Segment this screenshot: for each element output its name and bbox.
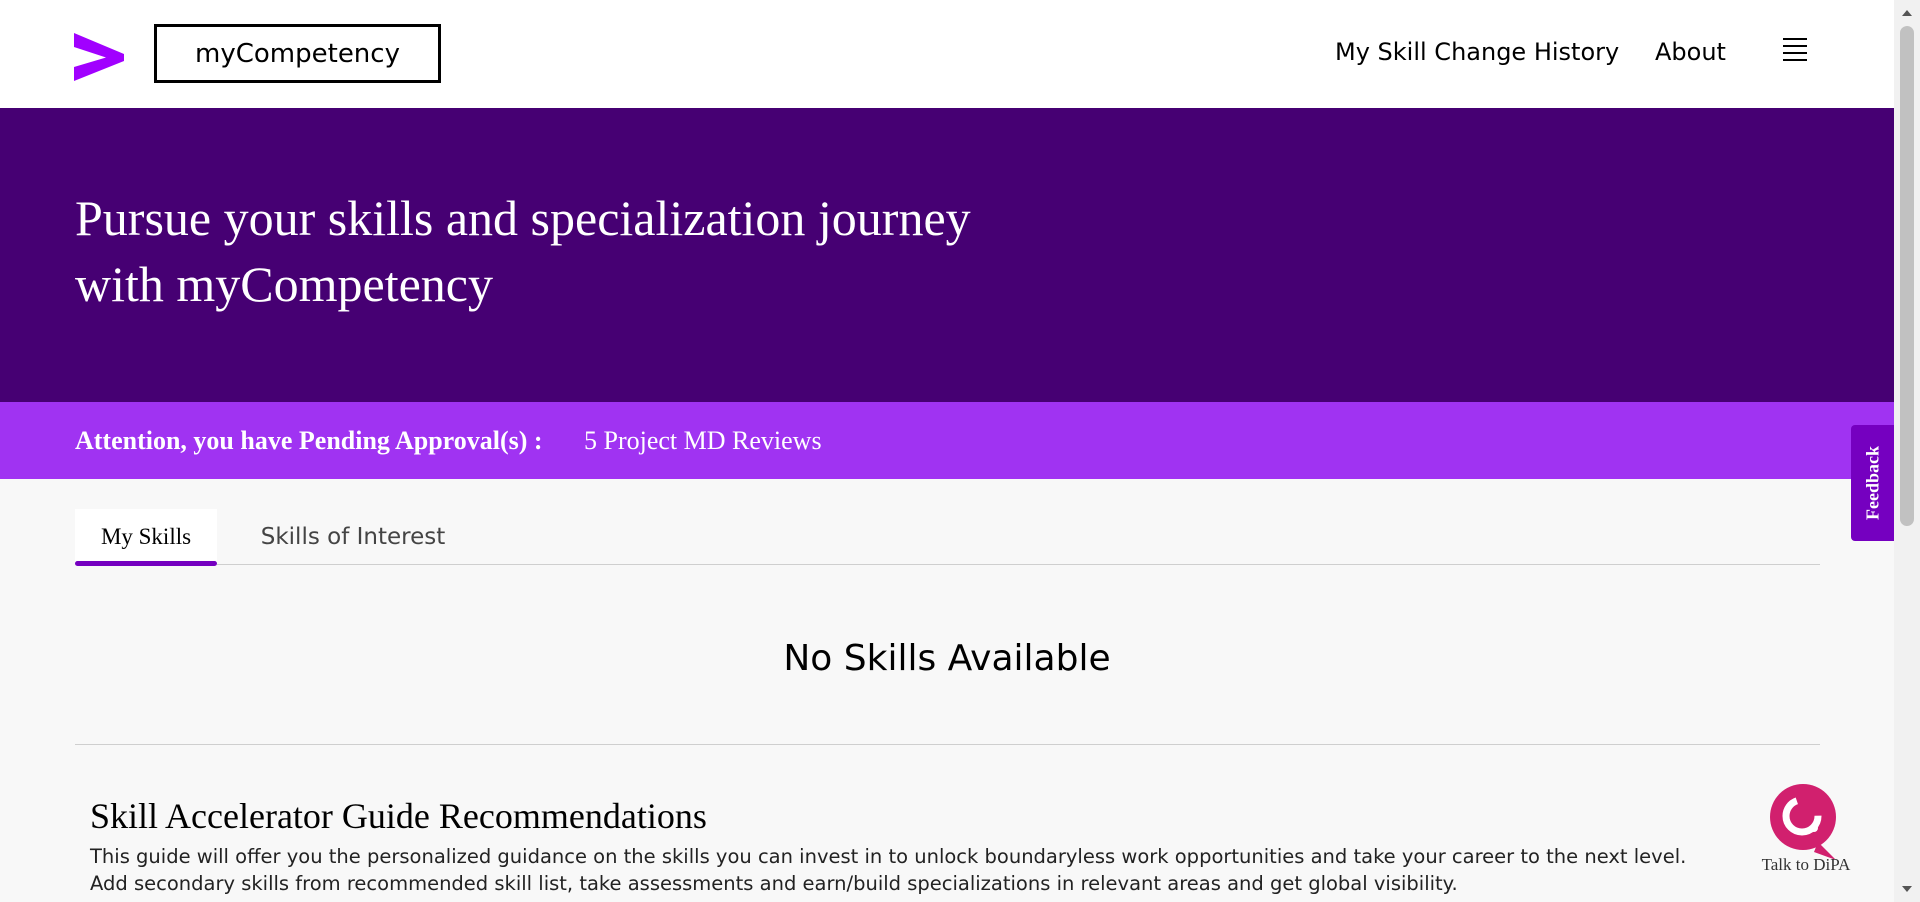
nav-skill-change-history[interactable]: My Skill Change History: [1335, 38, 1619, 66]
empty-state-message: No Skills Available: [783, 638, 1111, 679]
feedback-label: Feedback: [1862, 446, 1882, 520]
guide-title: Skill Accelerator Guide Recommendations: [90, 796, 707, 836]
accenture-logo-icon[interactable]: [74, 33, 124, 81]
section-divider: [75, 744, 1820, 745]
feedback-tab[interactable]: Feedback: [1851, 425, 1894, 541]
project-md-reviews-link[interactable]: 5 Project MD Reviews: [584, 426, 822, 456]
pending-approvals-label: Attention, you have Pending Approval(s) …: [75, 426, 543, 455]
hero-title: Pursue your skills and specialization jo…: [75, 185, 1075, 317]
hero-banner: Pursue your skills and specialization jo…: [0, 108, 1894, 402]
header: myCompetency My Skill Change History Abo…: [0, 0, 1894, 108]
vertical-scrollbar[interactable]: [1894, 0, 1920, 902]
pending-approvals-bar: Attention, you have Pending Approval(s) …: [0, 402, 1894, 479]
scroll-down-arrow-icon[interactable]: [1894, 876, 1920, 902]
tab-my-skills[interactable]: My Skills: [75, 509, 217, 566]
hero-title-line2: with myCompetency: [75, 256, 493, 312]
nav-about[interactable]: About: [1655, 38, 1726, 66]
scroll-up-arrow-icon[interactable]: [1894, 0, 1920, 26]
guide-description-line1: This guide will offer you the personaliz…: [90, 845, 1687, 868]
scrollbar-thumb[interactable]: [1900, 26, 1914, 526]
dipa-label[interactable]: Talk to DiPA: [1752, 855, 1860, 875]
app-name-button[interactable]: myCompetency: [154, 24, 441, 83]
skills-tabs: My Skills Skills of Interest: [75, 509, 1820, 566]
page: myCompetency My Skill Change History Abo…: [0, 0, 1894, 902]
guide-description: This guide will offer you the personaliz…: [90, 843, 1760, 897]
guide-description-line2: Add secondary skills from recommended sk…: [90, 872, 1458, 895]
tab-skills-of-interest[interactable]: Skills of Interest: [261, 509, 446, 565]
hero-title-line1: Pursue your skills and specialization jo…: [75, 190, 971, 246]
hamburger-menu-icon[interactable]: [1783, 38, 1807, 66]
